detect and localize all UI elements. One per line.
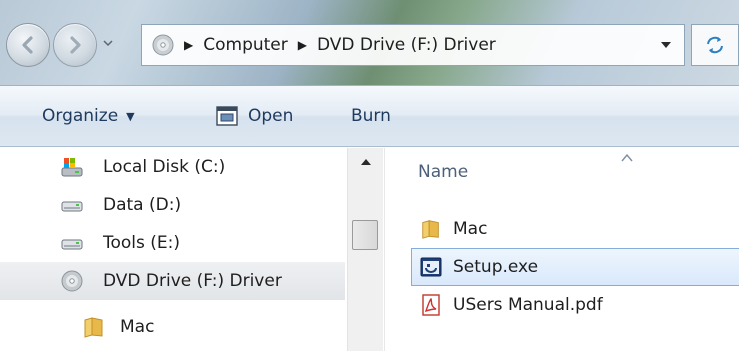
dvd-drive-icon xyxy=(152,34,174,56)
file-name: Mac xyxy=(453,219,488,239)
local-disk-icon xyxy=(61,158,83,177)
address-dropdown-icon[interactable] xyxy=(660,40,672,50)
navigation-scrollbar[interactable] xyxy=(347,148,383,351)
nav-item-mac-folder[interactable]: Mac xyxy=(0,308,345,346)
open-label: Open xyxy=(248,106,294,126)
nav-item-data-d[interactable]: Data (D:) xyxy=(0,186,345,224)
nav-item-tools-e[interactable]: Tools (E:) xyxy=(0,224,345,262)
setup-exe-icon xyxy=(420,257,442,277)
navigation-pane: Local Disk (C:) Data (D:) Tools (E:) DVD… xyxy=(0,148,384,351)
refresh-button[interactable] xyxy=(691,24,739,66)
breadcrumb-separator-icon[interactable]: ▶ xyxy=(184,38,193,52)
nav-item-label: DVD Drive (F:) Driver xyxy=(103,271,282,291)
organize-label: Organize xyxy=(42,106,119,126)
command-bar: Organize ▼ Open Burn xyxy=(0,86,739,147)
file-name: Setup.exe xyxy=(453,257,539,277)
nav-item-local-disk-c[interactable]: Local Disk (C:) xyxy=(0,148,345,186)
chevron-down-icon: ▼ xyxy=(126,109,135,123)
refresh-icon xyxy=(707,36,723,54)
scrollbar-thumb[interactable] xyxy=(352,220,378,250)
nav-item-label: Mac xyxy=(120,317,155,337)
back-button[interactable] xyxy=(6,23,50,67)
dvd-drive-icon xyxy=(61,270,83,292)
column-header-name[interactable]: Name xyxy=(418,162,468,182)
file-list: Name Mac Setup.exe USers Manual.pdf xyxy=(384,148,739,351)
folder-icon xyxy=(422,220,439,239)
breadcrumb-computer[interactable]: Computer xyxy=(203,35,288,55)
scroll-up-arrow-icon[interactable] xyxy=(361,158,371,166)
open-window-icon xyxy=(216,106,238,126)
forward-arrow-icon xyxy=(70,36,81,54)
address-box[interactable]: ▶ Computer ▶ DVD Drive (F:) Driver xyxy=(141,24,685,66)
file-row-setup-exe[interactable]: Setup.exe xyxy=(411,248,739,286)
folder-icon xyxy=(84,317,103,338)
nav-item-label: Tools (E:) xyxy=(103,233,181,253)
burn-label: Burn xyxy=(351,106,391,126)
nav-item-label: Local Disk (C:) xyxy=(103,157,226,177)
drive-icon xyxy=(61,239,83,250)
recent-pages-dropdown-icon[interactable] xyxy=(103,38,113,48)
open-button[interactable]: Open xyxy=(212,96,297,136)
burn-button[interactable]: Burn xyxy=(347,96,395,136)
sort-ascending-icon xyxy=(621,154,633,162)
drive-icon xyxy=(61,201,83,212)
file-row-mac[interactable]: Mac xyxy=(411,210,739,248)
pdf-icon xyxy=(422,294,440,316)
file-name: USers Manual.pdf xyxy=(453,295,603,315)
file-row-users-manual-pdf[interactable]: USers Manual.pdf xyxy=(411,286,739,324)
nav-item-label: Data (D:) xyxy=(103,195,182,215)
breadcrumb-dvd-drive[interactable]: DVD Drive (F:) Driver xyxy=(317,35,496,55)
forward-button[interactable] xyxy=(53,23,97,67)
breadcrumb-separator-icon[interactable]: ▶ xyxy=(298,38,307,52)
nav-item-dvd-drive-f[interactable]: DVD Drive (F:) Driver xyxy=(0,262,345,300)
address-bar-area: ▶ Computer ▶ DVD Drive (F:) Driver xyxy=(0,0,739,86)
back-arrow-icon xyxy=(22,36,33,54)
organize-menu[interactable]: Organize ▼ xyxy=(38,96,139,136)
